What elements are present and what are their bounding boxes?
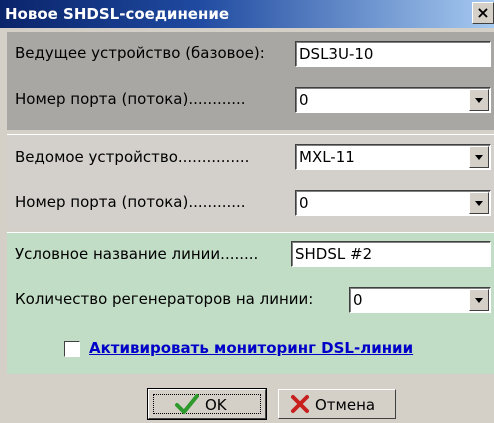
title-bar[interactable]: Новое SHDSL-соединение × — [0, 0, 494, 28]
cancel-button-label: Отмена — [315, 396, 376, 414]
slave-device-label: Ведомое устройство............... — [15, 148, 250, 166]
slave-port-select[interactable]: 0 — [295, 190, 491, 216]
close-button[interactable]: × — [472, 2, 494, 24]
ok-button[interactable]: OK — [147, 388, 267, 420]
regenerator-count-select[interactable]: 0 — [349, 287, 491, 313]
regenerator-count-dropdown-button[interactable] — [469, 289, 489, 311]
master-port-label: Номер порта (потока)............ — [15, 90, 246, 108]
monitoring-checkbox-label[interactable]: Активировать мониторинг DSL-линии — [89, 339, 413, 357]
master-port-select[interactable]: 0 — [295, 87, 491, 113]
master-device-label: Ведущее устройство (базовое): — [15, 44, 265, 62]
chevron-down-icon — [475, 298, 483, 303]
checkmark-icon — [175, 394, 199, 414]
slave-port-dropdown-button[interactable] — [469, 192, 489, 214]
master-port-value: 0 — [299, 91, 309, 109]
monitoring-checkbox[interactable] — [64, 341, 80, 357]
chevron-down-icon — [475, 155, 483, 160]
slave-device-dropdown-button[interactable] — [469, 146, 489, 168]
ok-button-label: OK — [205, 396, 227, 414]
master-port-dropdown-button[interactable] — [469, 89, 489, 111]
slave-port-label: Номер порта (потока)............ — [15, 193, 246, 211]
chevron-down-icon — [475, 98, 483, 103]
regenerator-count-label: Количество регенераторов на линии: — [15, 290, 314, 308]
slave-device-select[interactable]: MXL-11 — [295, 144, 491, 170]
close-icon: × — [476, 3, 490, 22]
line-name-input[interactable]: SHDSL #2 — [291, 241, 491, 267]
master-device-panel: Ведущее устройство (базовое): DSL3U-10 Н… — [7, 32, 494, 130]
cancel-button[interactable]: Отмена — [278, 389, 396, 419]
chevron-down-icon — [475, 201, 483, 206]
window-title: Новое SHDSL-соединение — [5, 5, 230, 23]
shdsl-connection-dialog: Новое SHDSL-соединение × Ведущее устройс… — [0, 0, 494, 423]
slave-port-value: 0 — [299, 194, 309, 212]
slave-device-value: MXL-11 — [299, 148, 355, 166]
regenerator-count-value: 0 — [353, 291, 363, 309]
x-mark-icon — [291, 395, 309, 413]
line-settings-panel: Условное название линии........ SHDSL #2… — [7, 232, 494, 374]
line-name-label: Условное название линии........ — [15, 245, 259, 263]
slave-device-panel: Ведомое устройство............... MXL-11… — [7, 134, 494, 229]
master-device-input[interactable]: DSL3U-10 — [295, 41, 491, 67]
